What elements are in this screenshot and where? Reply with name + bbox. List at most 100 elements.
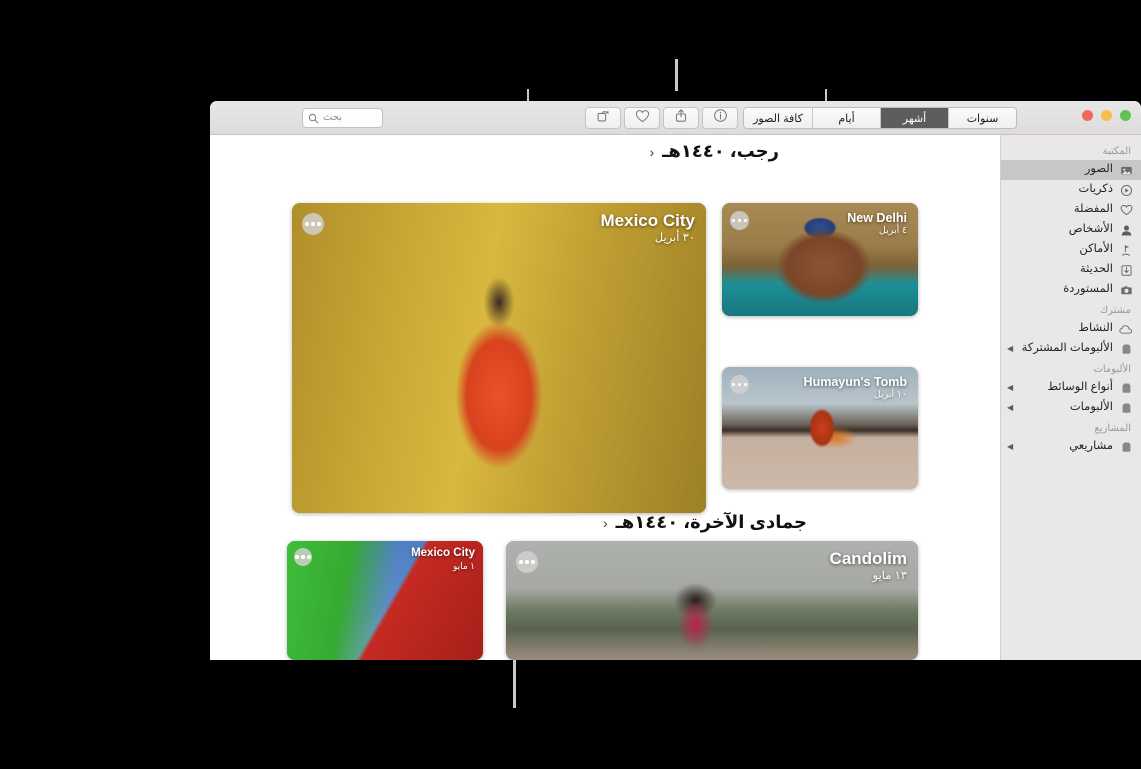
photo-date: ١ مايو xyxy=(452,561,475,572)
more-options-button[interactable] xyxy=(730,211,749,230)
close-window-button[interactable] xyxy=(1082,110,1093,121)
photo-caption: Mexico City ١ مايو xyxy=(411,547,475,572)
month-group-title: رجب، ١٤٤٠هـ xyxy=(662,141,779,161)
sidebar-item-places[interactable]: الأماكن xyxy=(1001,240,1141,260)
sidebar-item-label: أنواع الوسائط xyxy=(1047,381,1114,394)
chevron-left-icon[interactable]: ‹ xyxy=(603,515,608,531)
search-input[interactable]: بحث xyxy=(302,108,383,128)
photo-caption: Mexico City ٣٠ أبريل xyxy=(601,211,695,245)
chevron-left-icon[interactable]: ‹ xyxy=(650,144,655,160)
photo-title: New Delhi xyxy=(847,211,907,225)
sidebar-item-memories[interactable]: ذكريات xyxy=(1001,180,1141,200)
sidebar-item-activity[interactable]: النشاط xyxy=(1001,319,1141,339)
sidebar-section-library-title: المكتبة xyxy=(1102,146,1131,157)
month-group-title: جمادى الآخرة، ١٤٤٠هـ xyxy=(615,512,807,532)
photo-caption: Candolim ١٣ مايو xyxy=(830,549,907,583)
photo-image-mexico-city-large xyxy=(292,203,706,513)
sidebar-item-label: الألبومات xyxy=(1069,401,1113,414)
photo-card[interactable]: Mexico City ١ مايو xyxy=(287,541,483,660)
sidebar-item-label: مشاريعي xyxy=(1069,440,1113,453)
tab-all-photos[interactable]: كافة الصور xyxy=(744,108,812,128)
more-options-button[interactable] xyxy=(516,551,538,573)
places-pin-icon xyxy=(1119,243,1133,257)
photo-date: ١٣ مايو xyxy=(872,569,907,582)
window-controls xyxy=(1082,110,1131,121)
sidebar-section-projects-title: المشاريع xyxy=(1094,423,1131,434)
minimize-window-button[interactable] xyxy=(1101,110,1112,121)
favorite-button[interactable] xyxy=(624,107,660,129)
chevron-left-icon[interactable]: ◀ xyxy=(1007,404,1013,412)
sidebar-item-shared-albums[interactable]: الألبومات المشتركة ◀ xyxy=(1001,339,1141,359)
chevron-left-icon[interactable]: ◀ xyxy=(1007,443,1013,451)
album-icon xyxy=(1119,440,1133,454)
sidebar-section-albums-title: الألبومات xyxy=(1093,364,1131,375)
more-options-button[interactable] xyxy=(302,213,324,235)
rotate-button[interactable] xyxy=(585,107,621,129)
photo-card[interactable]: Humayun's Tomb ١٠ أبريل xyxy=(722,367,918,489)
sidebar-item-albums[interactable]: الألبومات ◀ xyxy=(1001,398,1141,418)
photo-card[interactable]: Candolim ١٣ مايو xyxy=(506,541,918,660)
callout-leader-bottom xyxy=(513,660,516,708)
photo-title: Candolim xyxy=(829,549,907,568)
more-options-button[interactable] xyxy=(730,375,749,394)
sidebar-section-shared-title: مشترك xyxy=(1099,305,1131,316)
sidebar-item-my-projects[interactable]: مشاريعي ◀ xyxy=(1001,437,1141,457)
album-icon xyxy=(1119,342,1133,356)
photo-caption: Humayun's Tomb ١٠ أبريل xyxy=(804,375,907,401)
album-icon xyxy=(1119,401,1133,415)
search-icon xyxy=(308,113,319,124)
memories-icon xyxy=(1119,183,1133,197)
sidebar-item-photos[interactable]: الصور xyxy=(1001,160,1141,180)
photo-title: Humayun's Tomb xyxy=(803,375,907,389)
photo-date: ٤ أبريل xyxy=(878,225,907,237)
sidebar-item-label: الحديثة xyxy=(1080,263,1113,276)
month-group-header-2[interactable]: جمادى الآخرة، ١٤٤٠هـ ‹ xyxy=(210,512,1000,533)
sidebar-item-label: النشاط xyxy=(1078,322,1113,335)
info-icon xyxy=(713,108,728,128)
album-icon xyxy=(1119,381,1133,395)
imported-camera-icon xyxy=(1119,283,1133,297)
sidebar-item-recents[interactable]: الحديثة xyxy=(1001,260,1141,280)
sidebar: المكتبة الصور ذكريات المفضلة الأشخاص الأ… xyxy=(1000,135,1141,660)
photos-icon xyxy=(1119,163,1133,177)
recents-icon xyxy=(1119,263,1133,277)
sidebar-item-label: الصور xyxy=(1084,163,1113,176)
info-button[interactable] xyxy=(702,107,738,129)
sidebar-item-favorites[interactable]: المفضلة xyxy=(1001,200,1141,220)
sidebar-item-label: الأماكن xyxy=(1079,243,1113,256)
toolbar: بحث سنوات أشهر أيام كافة الصور xyxy=(210,101,1141,135)
tab-days[interactable]: أيام xyxy=(812,108,880,128)
photo-date: ١٠ أبريل xyxy=(873,389,907,401)
cloud-icon xyxy=(1119,322,1133,336)
sidebar-item-media-types[interactable]: أنواع الوسائط ◀ xyxy=(1001,378,1141,398)
heart-icon xyxy=(635,109,650,128)
sidebar-item-people[interactable]: الأشخاص xyxy=(1001,220,1141,240)
photo-date: ٣٠ أبريل xyxy=(654,231,695,244)
photo-card[interactable]: New Delhi ٤ أبريل xyxy=(722,203,918,316)
sidebar-item-label: ذكريات xyxy=(1078,183,1113,196)
sidebar-item-label: المستوردة xyxy=(1063,283,1113,296)
sidebar-item-label: المفضلة xyxy=(1073,203,1113,216)
sidebar-item-imported[interactable]: المستوردة xyxy=(1001,280,1141,300)
photo-grid-content: رجب، ١٤٤٠هـ ‹ New Delhi ٤ أبريل Humayun'… xyxy=(210,135,1000,660)
photos-app-window: بحث سنوات أشهر أيام كافة الصور المكتبة ا… xyxy=(210,101,1141,660)
rotate-icon xyxy=(596,108,611,128)
photo-title: Mexico City xyxy=(600,211,695,230)
share-icon xyxy=(674,108,688,128)
screenshot-root: بحث سنوات أشهر أيام كافة الصور المكتبة ا… xyxy=(0,0,1141,769)
zoom-window-button[interactable] xyxy=(1120,110,1131,121)
chevron-left-icon[interactable]: ◀ xyxy=(1007,384,1013,392)
more-options-button[interactable] xyxy=(294,548,312,566)
search-placeholder: بحث xyxy=(323,112,343,123)
share-button[interactable] xyxy=(663,107,699,129)
tab-months[interactable]: أشهر xyxy=(880,108,948,128)
view-mode-segmented-control[interactable]: سنوات أشهر أيام كافة الصور xyxy=(743,107,1017,129)
photo-card[interactable]: Mexico City ٣٠ أبريل xyxy=(292,203,706,513)
sidebar-item-label: الأشخاص xyxy=(1068,223,1113,236)
photo-title: Mexico City xyxy=(411,547,475,559)
chevron-left-icon[interactable]: ◀ xyxy=(1007,345,1013,353)
callout-leader-top xyxy=(675,59,678,91)
heart-icon xyxy=(1119,203,1133,217)
month-group-header-1[interactable]: رجب، ١٤٤٠هـ ‹ xyxy=(210,141,1000,162)
tab-years[interactable]: سنوات xyxy=(948,108,1016,128)
